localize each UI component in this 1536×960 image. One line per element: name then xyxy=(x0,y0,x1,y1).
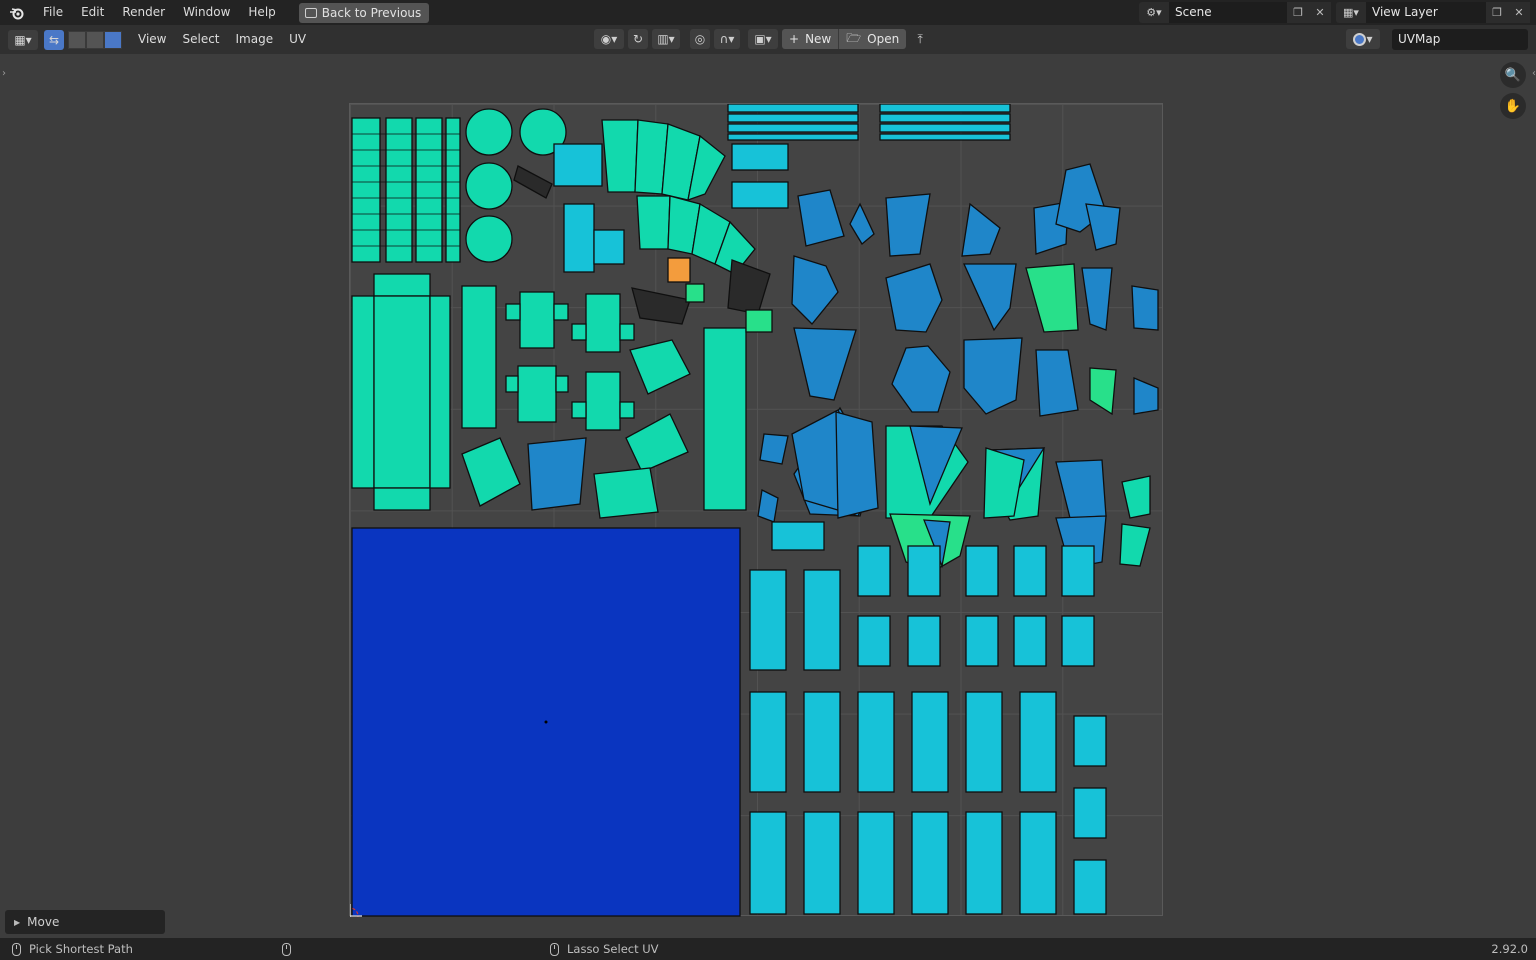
scene-icon[interactable]: ⚙▾ xyxy=(1139,2,1169,23)
vertex-mode-icon[interactable] xyxy=(68,30,86,49)
menu-file[interactable]: File xyxy=(34,0,72,25)
status-middle-mouse xyxy=(282,942,291,956)
open-image-button[interactable]: 🗁 Open xyxy=(838,29,907,49)
new-view-layer-icon[interactable]: ❐ xyxy=(1486,2,1508,23)
mouse-left-icon xyxy=(12,942,21,956)
collapse-triangle-icon: ▶ xyxy=(14,917,21,927)
sidebar-expand-icon[interactable]: ‹ xyxy=(1532,68,1536,79)
uv-islands-canvas[interactable] xyxy=(338,103,1164,928)
snap-toggle-icon[interactable]: ↻ xyxy=(628,29,648,49)
status-left-hint: Pick Shortest Path xyxy=(12,942,133,956)
zoom-icon[interactable]: 🔍 xyxy=(1500,62,1526,88)
uv-island-grid-small xyxy=(351,117,461,263)
uv-map-field[interactable]: UVMap xyxy=(1392,29,1528,50)
uv-image-area[interactable] xyxy=(338,103,1164,928)
menu-view[interactable]: View xyxy=(130,25,174,54)
top-bar: File Edit Render Window Help Back to Pre… xyxy=(0,0,1536,25)
select-mode-group xyxy=(68,30,122,49)
last-operator-label: Move xyxy=(27,915,60,929)
view-layer-icon[interactable]: ▦▾ xyxy=(1336,2,1366,23)
proportional-edit-icon[interactable]: ◎ xyxy=(690,29,710,49)
uv-island-tall-left xyxy=(351,273,451,511)
face-mode-icon[interactable] xyxy=(104,30,122,49)
menu-image[interactable]: Image xyxy=(228,25,282,54)
view-layer-field[interactable]: View Layer xyxy=(1366,2,1486,23)
mouse-right-icon xyxy=(550,942,559,956)
new-image-button[interactable]: + New xyxy=(782,29,839,49)
uv-island-blue-cluster xyxy=(527,437,587,511)
scene-selector[interactable]: ⚙▾ Scene ❐ ✕ xyxy=(1139,2,1331,23)
uv-editor-canvas[interactable]: › 🔍 ✋ ‹ ▶ Move xyxy=(0,54,1536,938)
hand-icon[interactable]: ✋ xyxy=(1500,93,1526,119)
status-left-label: Pick Shortest Path xyxy=(29,942,133,956)
new-scene-icon[interactable]: ❐ xyxy=(1287,2,1309,23)
open-image-label: Open xyxy=(867,32,900,46)
uv-island-vertical-strips xyxy=(749,521,1107,915)
uv-island-large-feature xyxy=(791,409,879,519)
uv-island-arc-top xyxy=(601,119,726,201)
pivot-point-icon[interactable]: ◉▾ xyxy=(594,29,624,49)
uv-island-tall-right xyxy=(703,327,747,511)
uv-island-orange xyxy=(667,257,691,283)
status-middle-label: Lasso Select UV xyxy=(567,942,659,956)
close-view-layer-icon[interactable]: ✕ xyxy=(1508,2,1530,23)
new-icon: + xyxy=(789,32,800,46)
uv-sync-select-icon[interactable]: ⇆ xyxy=(44,29,64,50)
uv-island-polygons xyxy=(757,163,1159,573)
editor-type-icon[interactable]: ▦▾ xyxy=(8,29,38,50)
menu-select[interactable]: Select xyxy=(174,25,227,54)
version-label: 2.92.0 xyxy=(1491,942,1528,956)
last-operator-panel[interactable]: ▶ Move xyxy=(5,910,165,934)
mouse-middle-icon xyxy=(282,942,291,956)
snap-target-icon[interactable]: ▥▾ xyxy=(652,29,680,49)
toolbar-expand-icon[interactable]: › xyxy=(2,68,6,79)
header-center-tools: ◉▾ ↻ ▥▾ ◎ ∩▾ ▣▾ + New 🗁 Open ⤒ xyxy=(594,29,930,49)
uv-island-top-strips xyxy=(727,103,1011,209)
falloff-icon[interactable]: ∩▾ xyxy=(714,29,740,49)
menu-help[interactable]: Help xyxy=(239,0,284,25)
menu-uv[interactable]: UV xyxy=(281,25,314,54)
pin-icon[interactable]: ⤒ xyxy=(910,29,930,49)
view-layer-selector[interactable]: ▦▾ View Layer ❐ ✕ xyxy=(1336,2,1530,23)
menu-edit[interactable]: Edit xyxy=(72,0,113,25)
menu-render[interactable]: Render xyxy=(113,0,174,25)
uv-overlay-icon[interactable]: ▾ xyxy=(1346,29,1380,49)
uv-island-strip xyxy=(461,285,497,429)
status-middle-hint: Lasso Select UV xyxy=(550,942,659,956)
new-image-label: New xyxy=(805,32,832,46)
back-to-previous-button[interactable]: Back to Previous xyxy=(298,2,430,23)
open-icon: 🗁 xyxy=(846,30,862,45)
menu-window[interactable]: Window xyxy=(174,0,239,25)
back-to-previous-label: Back to Previous xyxy=(321,5,422,20)
edge-mode-icon[interactable] xyxy=(86,30,104,49)
back-icon xyxy=(304,7,317,18)
uv-island-small-cyan xyxy=(553,143,603,187)
close-scene-icon[interactable]: ✕ xyxy=(1309,2,1331,23)
status-bar: Pick Shortest Path Lasso Select UV 2.92.… xyxy=(0,938,1536,960)
scene-name-field[interactable]: Scene xyxy=(1169,2,1287,23)
image-browse-icon[interactable]: ▣▾ xyxy=(748,29,778,49)
uv-editor-header: ▦▾ ⇆ View Select Image UV ◉▾ ↻ ▥▾ ◎ ∩▾ ▣… xyxy=(0,25,1536,54)
blender-logo-icon[interactable] xyxy=(0,0,34,25)
